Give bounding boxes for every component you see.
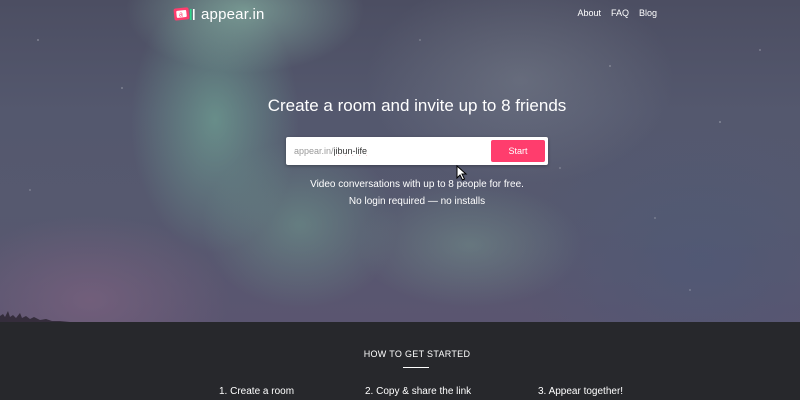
how-to-title: HOW TO GET STARTED bbox=[363, 349, 471, 359]
step-appear-together: 3. Appear together! bbox=[538, 386, 624, 397]
hero-subtext-no-login: No login required — no installs bbox=[348, 196, 486, 207]
hero-headline: Create a room and invite up to 8 friends bbox=[267, 96, 567, 115]
start-button[interactable]: Start bbox=[491, 140, 545, 162]
hero-subtext-free: Video conversations with up to 8 people … bbox=[310, 179, 524, 190]
how-to-section: HOW TO GET STARTED 1. Create a room 2. C… bbox=[0, 322, 800, 400]
treeline-silhouette bbox=[0, 311, 70, 322]
appear-in-logo-icon: a bbox=[173, 7, 195, 21]
brand-home-link[interactable]: a appear.in bbox=[172, 5, 265, 23]
step-share-link: 2. Copy & share the link bbox=[365, 386, 472, 397]
nav-about-link[interactable]: About bbox=[577, 8, 601, 18]
nav-faq-link[interactable]: FAQ bbox=[611, 8, 629, 18]
hero-section: a appear.in About FAQ Blog Create a room… bbox=[0, 0, 800, 322]
brand-name: appear.in bbox=[201, 5, 265, 23]
title-divider bbox=[403, 367, 429, 368]
room-form: appear.in/ Start bbox=[286, 137, 548, 165]
room-name-input[interactable] bbox=[333, 143, 454, 159]
top-nav: About FAQ Blog bbox=[577, 8, 657, 18]
svg-text:a: a bbox=[179, 12, 183, 19]
url-prefix: appear.in/ bbox=[294, 146, 334, 156]
step-create-room: 1. Create a room bbox=[219, 386, 295, 397]
nav-blog-link[interactable]: Blog bbox=[639, 8, 657, 18]
